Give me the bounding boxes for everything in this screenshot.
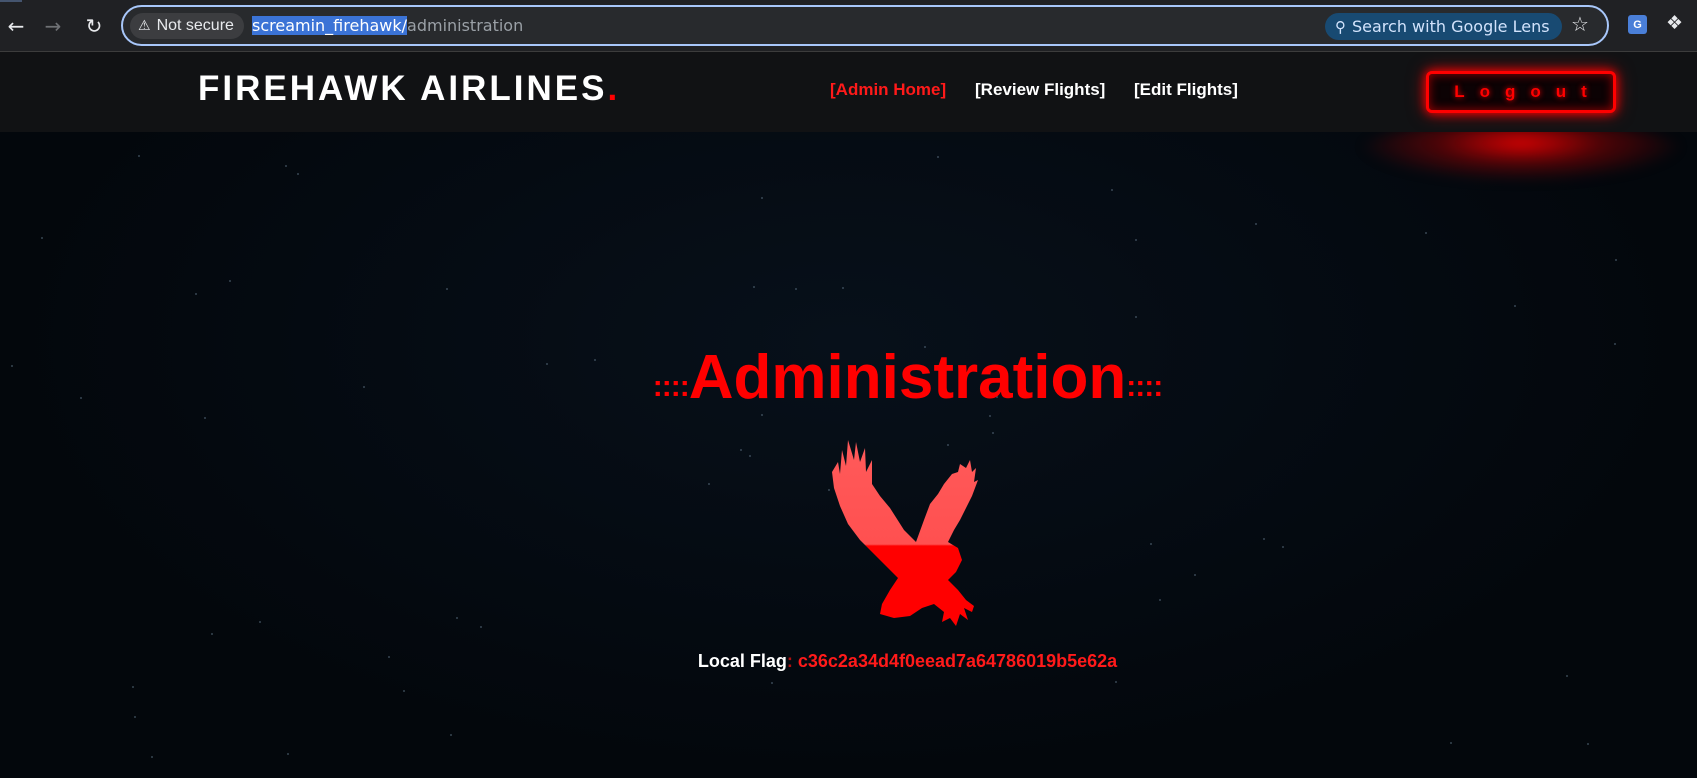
- brand-dot: .: [607, 69, 621, 108]
- star-dot: [1111, 189, 1113, 191]
- star-dot: [403, 690, 405, 692]
- translate-icon[interactable]: G: [1628, 15, 1647, 34]
- star-dot: [771, 682, 773, 684]
- search-icon: ⚲: [1335, 17, 1346, 36]
- star-dot: [1615, 259, 1617, 261]
- star-icon[interactable]: ☆: [1571, 12, 1589, 36]
- url-host: screamin_firehawk/: [252, 16, 408, 35]
- google-lens-button[interactable]: ⚲ Search with Google Lens: [1325, 13, 1562, 40]
- brand-logo[interactable]: FIREHAWK AIRLINES.: [198, 69, 620, 109]
- star-dot: [41, 237, 43, 239]
- star-dot: [1566, 675, 1568, 677]
- star-dot: [761, 197, 763, 199]
- star-dot: [195, 293, 197, 295]
- star-dot: [937, 156, 939, 158]
- star-dot: [1159, 599, 1161, 601]
- brand-name: FIREHAWK AIRLINES: [198, 69, 608, 108]
- star-dot: [761, 414, 763, 416]
- nav-edit-flights[interactable]: [Edit Flights]: [1134, 80, 1238, 100]
- star-dot: [480, 626, 482, 628]
- star-dot: [138, 155, 140, 157]
- url-path: administration: [407, 16, 524, 35]
- star-dot: [229, 280, 231, 282]
- star-dot: [708, 483, 710, 485]
- star-dot: [134, 716, 136, 718]
- browser-toolbar: ← → ↻ ⚠ Not secure screamin_firehawk/adm…: [0, 0, 1697, 52]
- star-dot: [1135, 239, 1137, 241]
- star-dot: [1587, 743, 1589, 745]
- star-dot: [749, 455, 751, 457]
- star-dot: [989, 415, 991, 417]
- nav-review-flights[interactable]: [Review Flights]: [975, 80, 1105, 100]
- nav-admin-home[interactable]: [Admin Home]: [830, 80, 946, 100]
- star-dot: [1450, 742, 1452, 744]
- star-dot: [1263, 538, 1265, 540]
- star-dot: [450, 734, 452, 736]
- star-dot: [1425, 232, 1427, 234]
- title-text: Administration: [688, 343, 1127, 412]
- star-dot: [795, 288, 797, 290]
- site-navbar: FIREHAWK AIRLINES. [Admin Home] [Review …: [0, 52, 1697, 132]
- star-dot: [753, 286, 755, 288]
- flag-label: Local Flag: [697, 651, 787, 671]
- forward-arrow-icon[interactable]: →: [37, 10, 69, 42]
- star-dot: [740, 449, 742, 451]
- page-title: ::::Administration::::: [0, 342, 1697, 413]
- star-dot: [1255, 223, 1257, 225]
- page-viewport: FIREHAWK AIRLINES. [Admin Home] [Review …: [0, 52, 1697, 778]
- back-arrow-icon[interactable]: ←: [0, 10, 32, 42]
- star-dot: [285, 165, 287, 167]
- url-text[interactable]: screamin_firehawk/administration: [252, 16, 523, 35]
- flag-separator: :: [786, 651, 793, 671]
- star-dot: [287, 753, 289, 755]
- local-flag: Local Flag: c36c2a34d4f0eead7a64786019b5…: [0, 651, 1697, 672]
- star-dot: [446, 288, 448, 290]
- star-dot: [842, 287, 844, 289]
- reload-icon[interactable]: ↻: [78, 10, 110, 42]
- star-dot: [456, 617, 458, 619]
- security-chip[interactable]: ⚠ Not secure: [130, 13, 244, 39]
- star-dot: [1194, 574, 1196, 576]
- star-dot: [204, 417, 206, 419]
- eagle-icon: [832, 440, 978, 626]
- warning-icon: ⚠: [138, 18, 151, 34]
- title-right-decoration: ::::: [1126, 370, 1163, 403]
- star-dot: [1150, 543, 1152, 545]
- star-dot: [1514, 305, 1516, 307]
- security-label: Not secure: [156, 17, 234, 34]
- title-left-decoration: ::::: [652, 370, 690, 403]
- star-dot: [1282, 546, 1284, 548]
- lens-label: Search with Google Lens: [1352, 17, 1550, 36]
- star-dot: [132, 686, 134, 688]
- star-dot: [151, 756, 153, 758]
- star-dot: [211, 633, 213, 635]
- tab-indicator: [0, 0, 22, 2]
- star-dot: [992, 432, 994, 434]
- star-dot: [259, 621, 261, 623]
- logout-button[interactable]: Logout: [1426, 71, 1616, 113]
- star-dot: [1115, 681, 1117, 683]
- star-dot: [297, 173, 299, 175]
- address-bar[interactable]: ⚠ Not secure screamin_firehawk/administr…: [121, 5, 1609, 46]
- star-dot: [1135, 316, 1137, 318]
- flag-value: c36c2a34d4f0eead7a64786019b5e62a: [797, 651, 1118, 671]
- puzzle-icon[interactable]: ❖: [1666, 12, 1683, 34]
